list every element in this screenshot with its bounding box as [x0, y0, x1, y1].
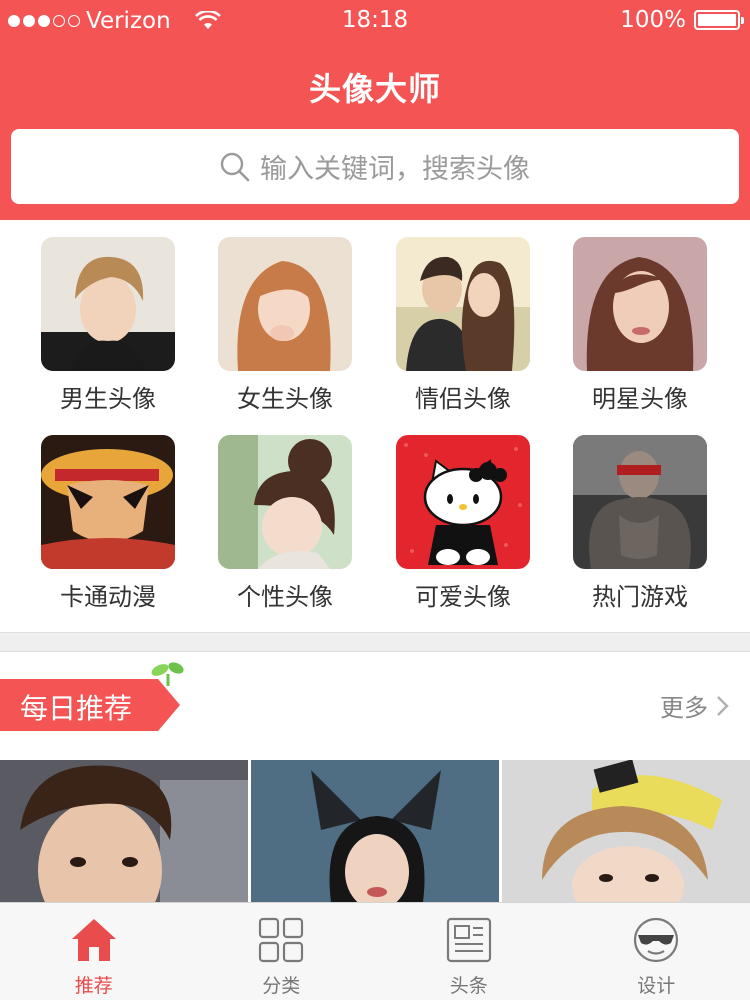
daily-title: 每日推荐 [20, 692, 133, 725]
recommended-photo[interactable] [251, 760, 499, 902]
tab-label: 设计 [637, 975, 676, 997]
category-celebrity[interactable]: 明星头像 [570, 237, 710, 414]
hello-kitty-photo [396, 435, 530, 569]
category-cute[interactable]: 可爱头像 [393, 435, 533, 612]
search-icon [220, 152, 250, 181]
category-male[interactable]: 男生头像 [38, 237, 178, 414]
game-character-photo [573, 435, 707, 569]
grid-icon [259, 917, 304, 963]
tab-category[interactable]: 分类 [188, 903, 376, 1000]
tab-news[interactable]: 头条 [375, 903, 563, 1000]
tab-label: 分类 [262, 975, 301, 997]
app-title: 头像大师 [308, 70, 441, 108]
recommended-photos [0, 760, 750, 902]
category-label: 卡通动漫 [60, 583, 156, 611]
search-placeholder: 输入关键词，搜索头像 [260, 154, 530, 185]
section-divider [0, 632, 750, 652]
bottom-tab-bar: 推荐 分类 头条 设计 [0, 902, 750, 1000]
category-label: 女生头像 [237, 385, 333, 413]
recommended-photo[interactable] [502, 760, 750, 902]
tab-label: 头条 [449, 975, 488, 997]
female-avatar-photo [218, 237, 352, 371]
search-input[interactable]: 输入关键词，搜索头像 [11, 129, 739, 204]
daily-recommend-header: 每日推荐 更多 [0, 652, 750, 760]
battery-icon [694, 10, 744, 30]
category-couple[interactable]: 情侣头像 [393, 237, 533, 414]
category-games[interactable]: 热门游戏 [570, 435, 710, 612]
category-female[interactable]: 女生头像 [215, 237, 355, 414]
category-label: 可爱头像 [415, 583, 511, 611]
more-label: 更多 [660, 694, 708, 722]
couple-avatar-photo [396, 237, 530, 371]
category-label: 情侣头像 [415, 385, 511, 413]
cartoon-anime-photo [41, 435, 175, 569]
home-icon [71, 919, 116, 961]
category-grid: 男生头像 女生头像 情侣头像 明星头像 卡通动漫 个性头像 可爱头像 热门游戏 [0, 220, 750, 632]
tab-recommend[interactable]: 推荐 [0, 903, 188, 1000]
chevron-right-icon [717, 695, 729, 716]
sprout-icon [151, 662, 184, 686]
category-label: 明星头像 [592, 385, 688, 413]
status-bar: Verizon 18:18 100% [0, 0, 750, 42]
category-label: 个性头像 [237, 583, 333, 611]
more-link[interactable]: 更多 [660, 688, 730, 723]
category-label: 热门游戏 [592, 583, 688, 611]
category-label: 男生头像 [60, 385, 156, 413]
male-avatar-photo [41, 237, 175, 371]
battery-indicator: 100% [620, 7, 744, 33]
news-icon [446, 917, 491, 963]
category-personality[interactable]: 个性头像 [215, 435, 355, 612]
celebrity-avatar-photo [573, 237, 707, 371]
app-header: 头像大师 输入关键词，搜索头像 [0, 42, 750, 220]
category-cartoon[interactable]: 卡通动漫 [38, 435, 178, 612]
sunglasses-face-icon [634, 917, 679, 963]
tab-label: 推荐 [74, 975, 113, 997]
battery-percent: 100% [620, 7, 686, 33]
personality-avatar-photo [218, 435, 352, 569]
recommended-photo[interactable] [0, 760, 248, 902]
tab-design[interactable]: 设计 [563, 903, 750, 1000]
